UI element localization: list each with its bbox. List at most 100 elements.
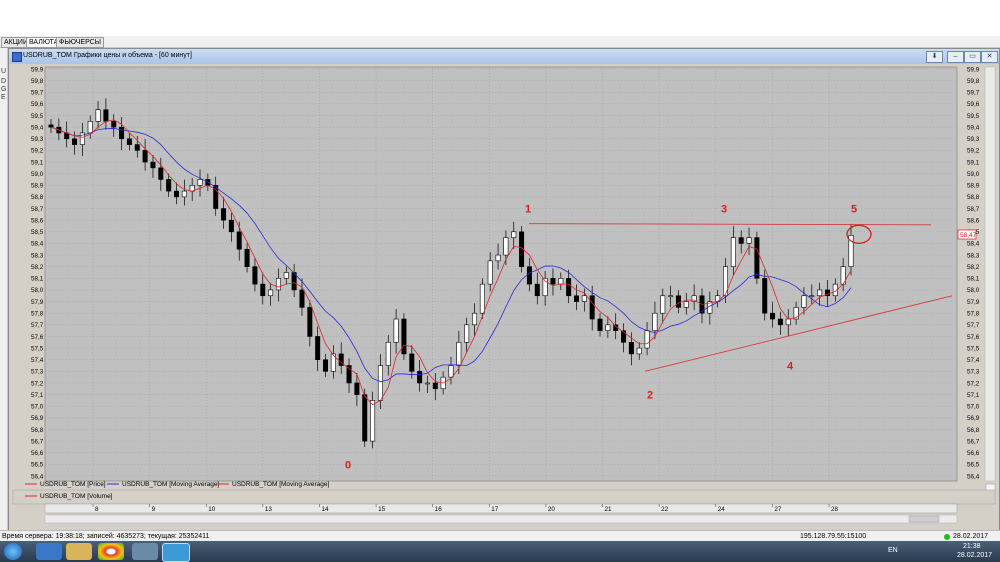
annotation-label: 4 (787, 361, 794, 373)
left-letter: U (1, 68, 7, 75)
candle-body (785, 318, 791, 326)
y-tick-label: 57,3 (967, 369, 980, 376)
close-button[interactable]: ✕ (981, 51, 998, 63)
candle-body (738, 237, 744, 244)
candle-body (472, 312, 478, 326)
y-tick-label: 59,3 (31, 136, 44, 143)
candle-body (197, 179, 203, 186)
y-tick-label: 59,7 (967, 90, 980, 97)
y-tick-label: 57,2 (31, 380, 44, 387)
file-explorer-icon[interactable] (66, 543, 92, 560)
y-tick-label: 58,0 (31, 287, 44, 294)
candle-body (401, 318, 407, 355)
candle-body (636, 347, 642, 355)
time-axis (44, 503, 958, 514)
candle-body (150, 161, 156, 169)
desktop-top-area (0, 0, 1000, 36)
taskbar-time: 21:38 (963, 543, 981, 550)
x-tick-label: 27 (774, 506, 782, 513)
y-tick-label: 59,5 (967, 113, 980, 120)
chrome-icon[interactable] (98, 543, 124, 560)
annotation-label: 1 (525, 204, 531, 216)
y-tick-label: 57,5 (967, 345, 980, 352)
y-tick-label: 58,7 (967, 206, 980, 213)
y-tick-label: 59,9 (31, 66, 44, 73)
y-tick-label: 59,1 (31, 159, 44, 166)
annotation-label: 0 (345, 459, 351, 471)
y-tick-label: 59,4 (31, 124, 44, 131)
y-tick-label: 57,0 (967, 404, 980, 411)
candle-body (166, 179, 172, 192)
scrollbar-thumb[interactable] (908, 515, 940, 523)
candle-body (134, 144, 140, 151)
candle-body (448, 365, 454, 378)
x-tick-label: 14 (321, 506, 329, 513)
candle-body (307, 307, 313, 337)
candle-body (385, 341, 391, 366)
minimize-button[interactable]: ‒ (947, 51, 964, 63)
y-tick-label: 58,3 (31, 252, 44, 259)
annotation-label: 3 (721, 204, 727, 216)
x-tick-label: 17 (491, 506, 499, 513)
candle-body (668, 295, 674, 298)
legend-ma-slow: USDRUB_TOM [Moving Average] (122, 481, 219, 488)
legend-ma-fast: USDRUB_TOM [Moving Average] (232, 481, 329, 488)
candle-body (268, 289, 274, 297)
x-tick-label: 21 (605, 506, 613, 513)
candle-body (511, 231, 517, 238)
y-tick-label: 58,8 (967, 194, 980, 201)
candle-body (409, 353, 415, 372)
y-tick-label: 58,4 (31, 241, 44, 248)
app-icon[interactable] (132, 543, 158, 560)
y-tick-label: 56,5 (967, 462, 980, 469)
candle-body (809, 295, 815, 298)
candle-body (111, 121, 117, 128)
legend-price: USDRUB_TOM [Price] (40, 481, 106, 488)
y-tick-label: 59,8 (967, 78, 980, 85)
candle-body (432, 382, 438, 390)
horizontal-scrollbar[interactable] (44, 514, 958, 524)
candle-body (746, 237, 752, 244)
candle-body (87, 121, 93, 134)
start-button[interactable] (4, 543, 22, 560)
candle-body (754, 237, 760, 279)
plot-area (44, 66, 958, 482)
y-tick-label: 57,9 (31, 299, 44, 306)
candle-body (801, 295, 807, 308)
server-time-status: Время сервера: 19:38:18; записей: 463527… (2, 533, 210, 540)
candle-body (142, 150, 148, 163)
x-tick-label: 16 (435, 506, 443, 513)
y-tick-label: 56,7 (31, 438, 44, 445)
candle-body (597, 318, 603, 331)
y-tick-label: 56,7 (967, 438, 980, 445)
y-tick-label: 59,0 (31, 171, 44, 178)
y-tick-label: 57,6 (31, 334, 44, 341)
candle-body (252, 266, 258, 285)
candle-body (221, 208, 227, 221)
candle-body (244, 248, 250, 267)
y-tick-label: 56,4 (967, 473, 980, 480)
y-tick-label: 58,2 (967, 264, 980, 271)
candle-body (573, 295, 579, 302)
x-tick-label: 9 (152, 506, 156, 513)
download-icon[interactable]: ⬇ (926, 51, 943, 63)
window-title: USDRUB_TOM Графики цены и объема - [60 м… (23, 52, 192, 59)
maximize-button[interactable]: ▭ (964, 51, 981, 63)
y-tick-label: 58,6 (31, 217, 44, 224)
candle-body (181, 190, 187, 198)
y-tick-label: 59,1 (967, 159, 980, 166)
quik-terminal-icon[interactable] (162, 543, 190, 562)
vertical-scrollbar[interactable] (984, 66, 996, 482)
candle-body (48, 124, 54, 128)
y-tick-label: 59,9 (967, 66, 980, 73)
annotation-label: 2 (647, 390, 653, 402)
y-tick-label: 58,5 (31, 229, 44, 236)
y-tick-label: 56,8 (31, 427, 44, 434)
candle-body (119, 126, 125, 140)
window-titlebar[interactable]: USDRUB_TOM Графики цены и объема - [60 м… (9, 49, 999, 64)
ie-browser-icon[interactable] (36, 543, 62, 560)
tab-futures[interactable]: ФЬЮЧЕРСЫ (56, 37, 104, 48)
candle-body (417, 371, 423, 384)
language-indicator[interactable]: EN (888, 547, 898, 554)
legend-volume: USDRUB_TOM [Volume] (40, 493, 113, 500)
